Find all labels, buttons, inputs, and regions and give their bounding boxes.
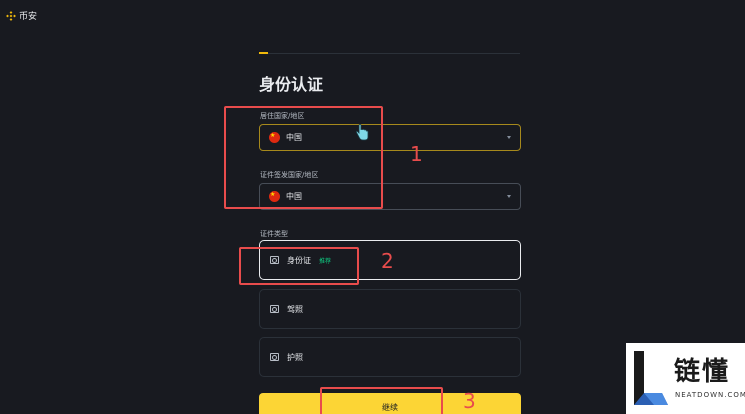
doc-option-label: 驾照: [287, 304, 303, 314]
page-title: 身份认证: [259, 75, 324, 94]
binance-logo-icon: [6, 10, 16, 21]
annotation-box-3: [320, 387, 443, 414]
doc-option-passport[interactable]: 护照: [259, 337, 521, 377]
doc-option-label: 护照: [287, 352, 303, 362]
annotation-number-2: 2: [381, 249, 394, 273]
chevron-down-icon: [507, 195, 511, 198]
binance-logo[interactable]: 币安: [6, 9, 37, 22]
driver-license-icon: [270, 305, 279, 313]
progress-bar: [259, 52, 520, 54]
doc-option-driver-license[interactable]: 驾照: [259, 289, 521, 329]
watermark-title: 链懂: [674, 357, 731, 387]
chevron-down-icon: [507, 136, 511, 139]
logo-text: 币安: [19, 12, 38, 22]
watermark-subtitle: NEATDOWN.COM: [675, 391, 745, 399]
annotation-box-2: [239, 247, 359, 285]
doc-type-label: 证件类型: [260, 230, 288, 238]
annotation-box-1: [224, 106, 383, 209]
annotation-number-1: 1: [410, 142, 423, 166]
watermark-logo-icon: [634, 351, 668, 405]
annotation-number-3: 3: [463, 389, 476, 413]
passport-icon: [270, 353, 279, 361]
watermark: 链懂 NEATDOWN.COM: [626, 343, 745, 414]
progress-fill: [259, 52, 268, 54]
